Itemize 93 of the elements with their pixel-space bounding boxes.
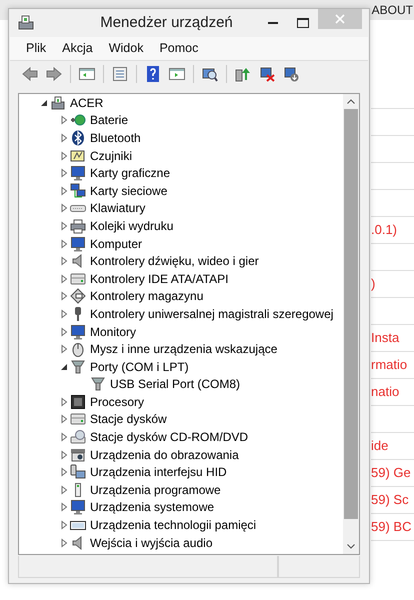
link-text[interactable]: 59) Ge (371, 463, 411, 483)
tree-item[interactable]: Kontrolery uniwersalnej magistrali szeregowej (90, 304, 334, 323)
minimize-icon (268, 22, 278, 24)
tree-item[interactable]: ACER (70, 94, 104, 112)
tree-item[interactable]: Baterie (90, 111, 128, 130)
expand-arrow-icon[interactable] (59, 238, 69, 249)
tree-item[interactable]: Procesory (90, 392, 144, 411)
tree-item[interactable]: USB Serial Port (COM8) (110, 375, 240, 394)
printer-icon (17, 14, 35, 32)
tree-item[interactable]: Wejścia i wyjścia audio (90, 534, 212, 552)
collapse-arrow-icon[interactable] (39, 98, 49, 108)
tree-item[interactable]: Komputer (90, 234, 142, 253)
camera-icon (70, 446, 86, 463)
tree-item[interactable]: Kontrolery magazynu (90, 287, 204, 306)
expand-arrow-icon[interactable] (59, 274, 69, 284)
tree-item[interactable]: Klawiatury (90, 199, 146, 218)
scroll-thumb[interactable] (344, 109, 358, 519)
network-icon (70, 182, 86, 199)
printer-icon (70, 218, 86, 234)
tree-item[interactable]: Urządzenia systemowe (90, 498, 214, 516)
collapse-arrow-icon[interactable] (59, 362, 69, 372)
monitor-icon (70, 324, 86, 340)
tree-item[interactable]: Czujniki (90, 146, 132, 165)
sensor-icon (70, 148, 86, 164)
cd-drive-icon (70, 429, 86, 446)
tab-label[interactable]: ABOUT (372, 1, 413, 19)
processor-icon (70, 394, 86, 410)
drive-icon (70, 270, 86, 287)
menu-item[interactable]: Plik (18, 37, 54, 60)
port-icon (70, 358, 86, 375)
battery-icon (70, 112, 86, 128)
expand-arrow-icon[interactable] (59, 220, 69, 231)
tree-item[interactable]: Monitory (90, 322, 136, 341)
menu-item[interactable]: Akcja (54, 37, 101, 60)
tree-item[interactable]: Karty sieciowe (90, 182, 168, 200)
expand-arrow-icon[interactable] (59, 502, 69, 512)
tree-item[interactable]: Stacje dysków (90, 410, 167, 428)
expand-arrow-icon[interactable] (59, 168, 69, 178)
expand-arrow-icon[interactable] (59, 467, 69, 478)
expand-arrow-icon[interactable] (59, 414, 69, 424)
tree-item[interactable]: Urządzenia technologii pamięci (90, 516, 256, 534)
tree-item[interactable]: Stacje dysków CD-ROM/DVD (90, 428, 248, 446)
tree-item[interactable]: Kolejki wydruku (90, 216, 174, 235)
tree-item[interactable]: Karty graficzne (90, 164, 170, 182)
tree-item[interactable]: Kontrolery IDE ATA/ATAPI (90, 270, 228, 288)
expand-arrow-icon[interactable] (59, 132, 69, 143)
link-text[interactable]: ) (371, 274, 376, 294)
link-text[interactable]: 59) Sc (371, 490, 409, 510)
menu-item[interactable]: Widok (100, 37, 152, 60)
link-text[interactable]: .0.1) (371, 220, 398, 240)
bluetooth-icon (70, 130, 86, 146)
expand-arrow-icon[interactable] (59, 203, 69, 214)
expand-arrow-icon[interactable] (59, 308, 69, 319)
tree-item[interactable]: Urządzenia do obrazowania (90, 446, 239, 464)
tree-item[interactable]: Mysz i inne urządzenia wskazujące (90, 340, 278, 358)
expand-arrow-icon[interactable] (59, 432, 69, 442)
menu-item[interactable]: Pomoc (151, 37, 206, 60)
tree-item[interactable]: Bluetooth (90, 128, 141, 147)
port-icon (90, 376, 106, 392)
expand-arrow-icon[interactable] (59, 150, 69, 161)
expand-arrow-icon[interactable] (59, 484, 69, 495)
link-text[interactable]: 59) BC (371, 517, 412, 537)
storage-controller-icon (70, 288, 86, 304)
tree-item[interactable]: Kontrolery dźwięku, wideo i gier (90, 252, 259, 270)
expand-arrow-icon[interactable] (59, 450, 69, 460)
tree-item[interactable]: Urządzenia interfejsu HID (90, 463, 227, 482)
expand-arrow-icon[interactable] (59, 344, 69, 354)
monitor-icon (70, 499, 86, 516)
tree-item[interactable]: Urządzenia programowe (90, 480, 221, 499)
hid-device-icon (70, 464, 86, 480)
maximize-icon (297, 18, 309, 28)
expand-arrow-icon[interactable] (59, 291, 69, 302)
link-text[interactable]: natio (371, 382, 400, 402)
expand-arrow-icon[interactable] (59, 186, 69, 196)
expand-arrow-icon[interactable] (59, 115, 69, 126)
link-text[interactable]: ide (371, 436, 388, 456)
scroll-up-icon[interactable] (347, 99, 355, 104)
tree-item[interactable]: Porty (COM i LPT) (90, 358, 189, 376)
close-icon (335, 14, 345, 24)
scrollbar[interactable] (343, 94, 359, 554)
monitor-icon (70, 165, 86, 182)
scroll-down-icon[interactable] (347, 544, 355, 549)
window-title: Menedżer urządzeń (99, 12, 234, 33)
expand-arrow-icon[interactable] (59, 520, 69, 530)
monitor-icon (70, 236, 86, 252)
expand-arrow-icon[interactable] (59, 538, 69, 548)
expand-arrow-icon[interactable] (59, 326, 69, 337)
mouse-icon (70, 341, 86, 358)
expand-arrow-icon[interactable] (59, 256, 69, 266)
link-text[interactable]: rmatio (371, 355, 408, 375)
link-text[interactable]: Insta (371, 328, 400, 348)
drive-icon (70, 411, 86, 428)
expand-arrow-icon[interactable] (59, 396, 69, 407)
